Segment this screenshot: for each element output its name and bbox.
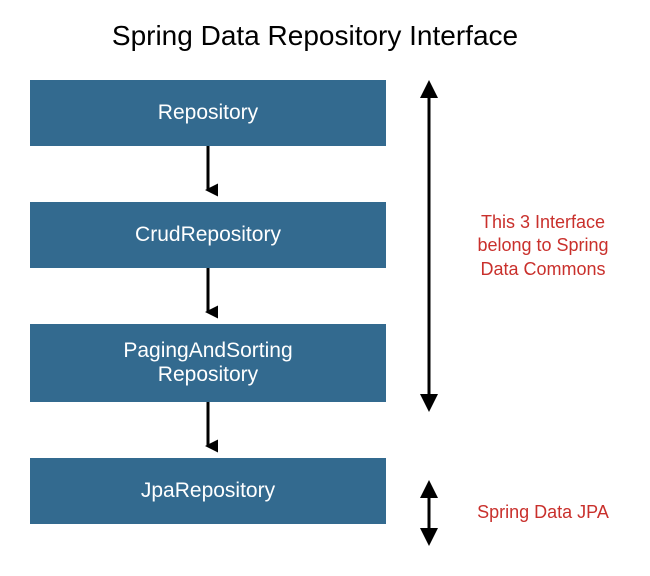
arrow-down-1 bbox=[198, 146, 218, 202]
diagram-content: Repository CrudRepository PagingAndSorti… bbox=[30, 80, 620, 560]
box-repository: Repository bbox=[30, 80, 386, 146]
annotation-commons-label: This 3 Interface belong to Spring Data C… bbox=[458, 211, 628, 281]
diagram-title: Spring Data Repository Interface bbox=[10, 20, 620, 52]
box-paging-sorting-repository: PagingAndSortingRepository bbox=[30, 324, 386, 402]
hierarchy-column: Repository CrudRepository PagingAndSorti… bbox=[30, 80, 386, 524]
box-crud-repository: CrudRepository bbox=[30, 202, 386, 268]
double-arrow-icon bbox=[418, 80, 440, 412]
annotation-column: This 3 Interface belong to Spring Data C… bbox=[386, 80, 620, 560]
double-arrow-icon bbox=[418, 480, 440, 546]
bracket-commons: This 3 Interface belong to Spring Data C… bbox=[418, 80, 628, 412]
arrow-down-3 bbox=[198, 402, 218, 458]
arrow-down-2 bbox=[198, 268, 218, 324]
box-jpa-repository: JpaRepository bbox=[30, 458, 386, 524]
box-label: PagingAndSortingRepository bbox=[123, 339, 292, 387]
bracket-jpa: Spring Data JPA bbox=[418, 480, 628, 546]
annotation-jpa-label: Spring Data JPA bbox=[458, 501, 628, 524]
